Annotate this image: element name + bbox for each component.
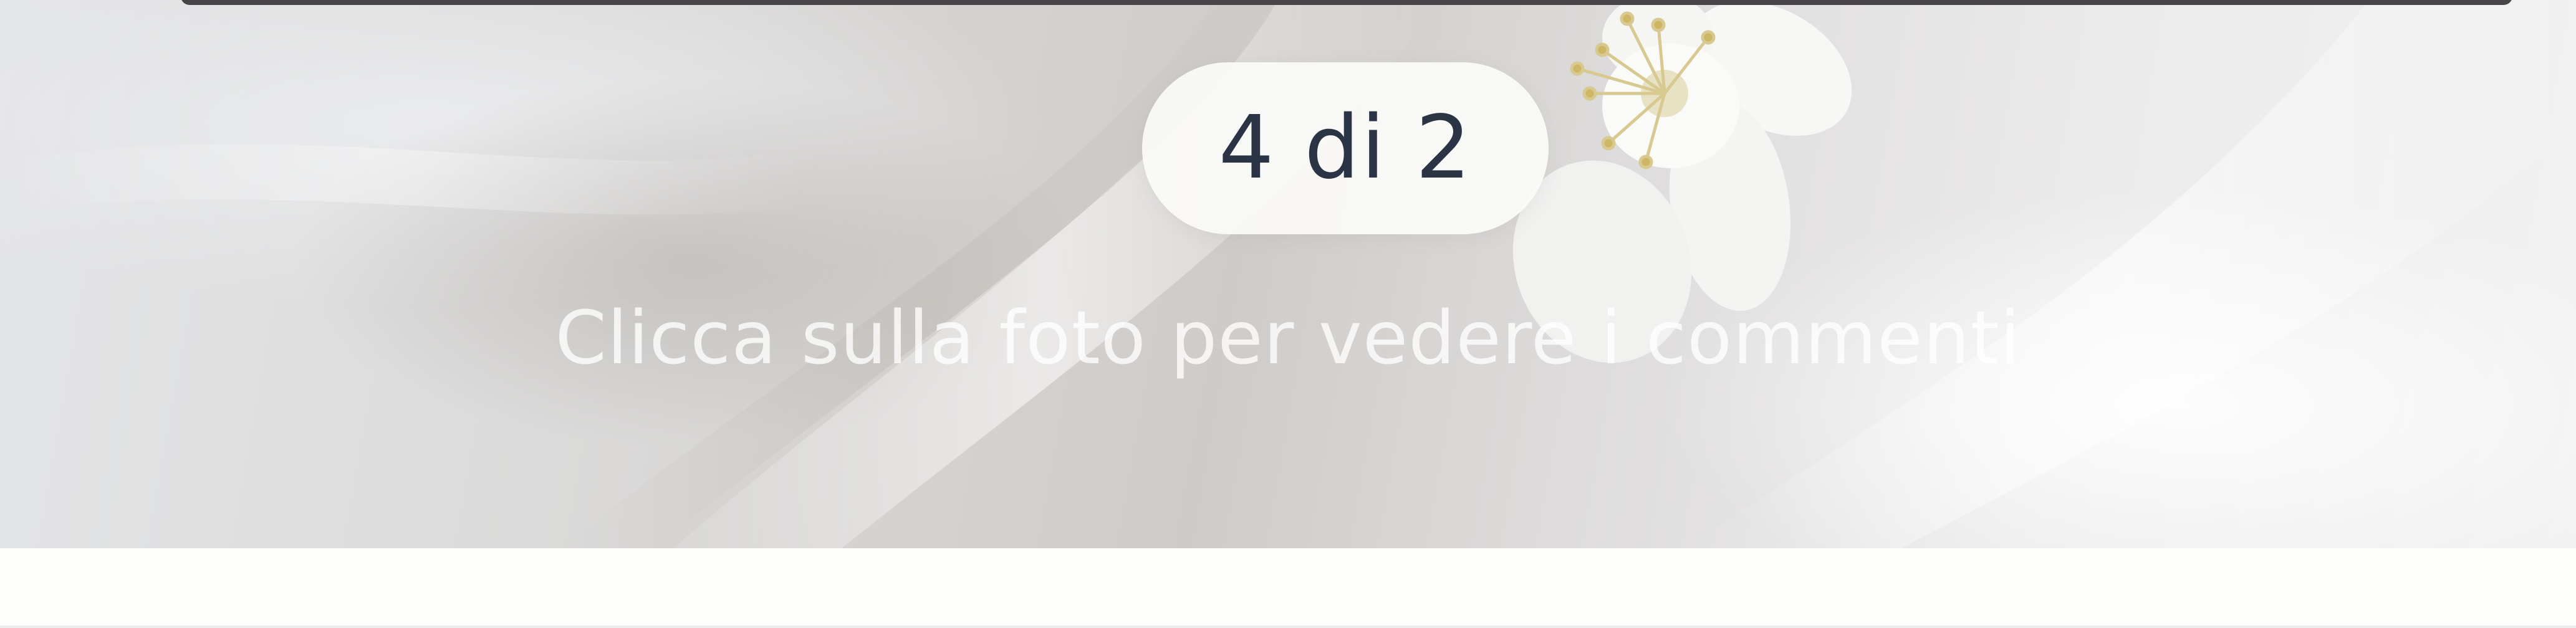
top-frame-bar: [181, 0, 2512, 5]
photo-counter-text: 4 di 2: [1218, 97, 1473, 199]
photo-counter-badge: 4 di 2: [1142, 62, 1549, 234]
bottom-divider: [0, 626, 2576, 628]
bottom-bar: [0, 548, 2576, 628]
comments-hint-text: Clicca sulla foto per vedere i commenti: [555, 295, 2021, 381]
